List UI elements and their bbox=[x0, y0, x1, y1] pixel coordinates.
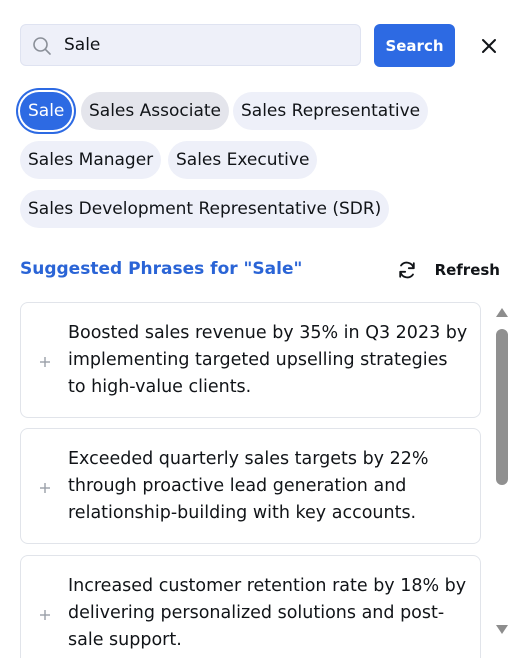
chip-sales-representative[interactable]: Sales Representative bbox=[233, 92, 429, 130]
phrase-text: Exceeded quarterly sales targets by 22% … bbox=[68, 449, 429, 523]
phrase-card[interactable]: Boosted sales revenue by 35% in Q3 2023 … bbox=[20, 302, 481, 418]
scrollbar[interactable] bbox=[494, 304, 510, 636]
search-row: Search bbox=[20, 24, 510, 68]
scroll-up-arrow-icon[interactable] bbox=[496, 308, 508, 317]
search-input[interactable] bbox=[64, 31, 344, 59]
suggestions-header: Suggested Phrases for "Sale" Refresh bbox=[20, 257, 500, 283]
plus-icon bbox=[40, 610, 50, 620]
refresh-button[interactable]: Refresh bbox=[397, 257, 500, 283]
chip-sale[interactable]: Sale bbox=[20, 92, 73, 130]
chip-sales-manager[interactable]: Sales Manager bbox=[20, 141, 162, 179]
plus-icon bbox=[40, 483, 50, 493]
phrase-suggestion-panel: Search Sale Sales Associate Sales Repres… bbox=[0, 0, 530, 658]
close-icon bbox=[482, 39, 496, 53]
plus-icon bbox=[40, 357, 50, 367]
refresh-icon bbox=[398, 261, 415, 279]
scroll-down-arrow-icon[interactable] bbox=[496, 625, 508, 634]
search-icon bbox=[33, 37, 51, 55]
chip-sales-associate[interactable]: Sales Associate bbox=[81, 92, 230, 130]
chip-sales-development-representative[interactable]: Sales Development Representative (SDR) bbox=[20, 190, 390, 228]
chip-sales-executive[interactable]: Sales Executive bbox=[168, 141, 318, 179]
phrase-list[interactable]: Boosted sales revenue by 35% in Q3 2023 … bbox=[20, 302, 481, 658]
phrase-text: Increased customer retention rate by 18%… bbox=[68, 576, 467, 650]
refresh-label: Refresh bbox=[434, 261, 500, 279]
phrase-card[interactable]: Exceeded quarterly sales targets by 22% … bbox=[20, 428, 481, 544]
scroll-thumb[interactable] bbox=[496, 329, 508, 485]
phrase-card[interactable]: Increased customer retention rate by 18%… bbox=[20, 555, 481, 658]
search-button[interactable]: Search bbox=[374, 24, 455, 67]
search-box[interactable] bbox=[20, 24, 361, 66]
phrase-text: Boosted sales revenue by 35% in Q3 2023 … bbox=[68, 323, 468, 397]
suggestions-title: Suggested Phrases for "Sale" bbox=[20, 259, 303, 279]
close-button[interactable] bbox=[477, 34, 501, 58]
